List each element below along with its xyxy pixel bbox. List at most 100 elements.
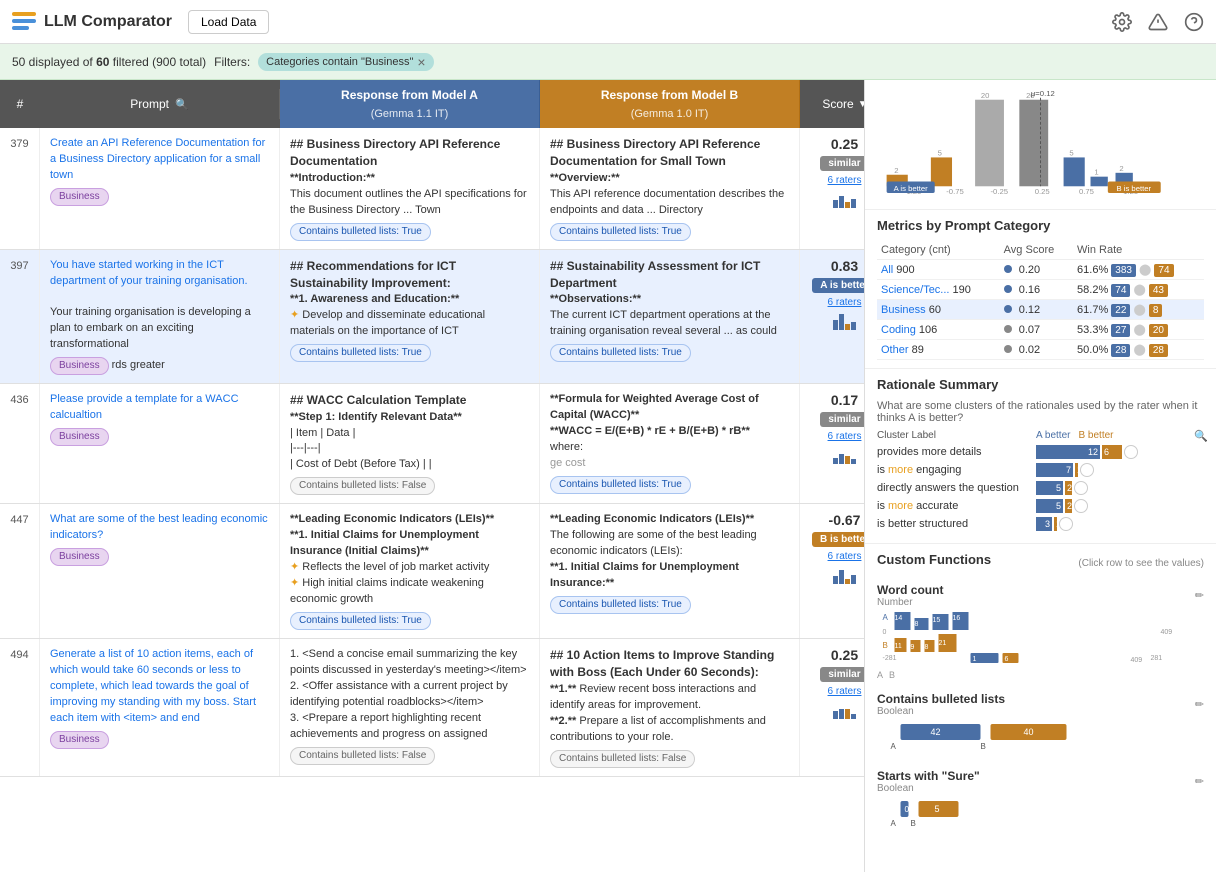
score-badge: similar — [820, 156, 864, 171]
svg-text:B is better: B is better — [1116, 184, 1151, 193]
rationale-circle-btn[interactable] — [1124, 445, 1138, 459]
rationale-col-cluster: Cluster Label — [877, 430, 1032, 441]
metrics-row[interactable]: Business 60 0.12 61.7% 22 ⬤ 8 — [877, 300, 1204, 320]
rationale-row: is more engaging 7 1 — [877, 463, 1204, 477]
svg-text:A: A — [891, 742, 897, 751]
cell-model-b: **Formula for Weighted Average Cost of C… — [540, 384, 800, 503]
table-row[interactable]: 447 What are some of the best leading ec… — [0, 504, 864, 639]
custom-function-word-count[interactable]: Word count Number ✏ A 14 8 15 16 0 — [877, 583, 1204, 680]
score-minichart — [833, 312, 856, 330]
metrics-win-rate: 53.3% 27 ⬤ 20 — [1073, 320, 1204, 340]
score-badge: B is better — [812, 532, 864, 547]
rationale-bars: 5 2 — [1036, 481, 1088, 495]
rationale-row: provides more details 12 6 — [877, 445, 1204, 459]
cell-score: -0.67 B is better 6 raters — [800, 504, 864, 638]
col-header-num: # — [0, 89, 40, 119]
raters-link[interactable]: 6 raters — [828, 431, 862, 442]
metrics-row[interactable]: Coding 106 0.07 53.3% 27 ⬤ 20 — [877, 320, 1204, 340]
table-row[interactable]: 436 Please provide a template for a WACC… — [0, 384, 864, 504]
rationale-circle-btn[interactable] — [1074, 481, 1088, 495]
raters-link[interactable]: 6 raters — [828, 175, 862, 186]
word-count-chart: A 14 8 15 16 0 409 B 11 9 — [877, 610, 1204, 665]
app-header: LLM Comparator Load Data — [0, 0, 1216, 44]
col-header-prompt: Prompt 🔍 — [40, 89, 280, 119]
raters-link[interactable]: 6 raters — [828, 551, 862, 562]
raters-link[interactable]: 6 raters — [828, 686, 862, 697]
rationale-col-a: A better — [1036, 430, 1070, 441]
cell-score: 0.25 similar 6 raters — [800, 128, 864, 249]
app-title: LLM Comparator — [44, 13, 172, 31]
svg-text:5: 5 — [935, 804, 940, 814]
help-icon[interactable] — [1184, 12, 1204, 32]
bulleted-tag: Contains bulleted lists: True — [550, 344, 691, 362]
table-header: # Prompt 🔍 Response from Model A (Gemma … — [0, 80, 864, 128]
table-row[interactable]: 397 You have started working in the ICT … — [0, 250, 864, 385]
bulleted-tag: Contains bulleted lists: True — [290, 223, 431, 241]
metrics-win-rate: 61.7% 22 ⬤ 8 — [1073, 300, 1204, 320]
cell-prompt: Generate a list of 10 action items, each… — [40, 639, 280, 776]
func-type: Boolean — [877, 706, 1005, 717]
category-tag: Business — [50, 357, 109, 375]
func-name: Word count — [877, 583, 943, 597]
svg-text:2: 2 — [1119, 164, 1123, 173]
metrics-category: Coding 106 — [877, 320, 1000, 340]
row-num: 379 — [0, 128, 40, 249]
score-badge: A is better — [812, 278, 864, 293]
svg-text:μ=0.12: μ=0.12 — [1031, 89, 1055, 98]
custom-function-starts-sure[interactable]: Starts with "Sure" Boolean ✏ 0 5 A B — [877, 769, 1204, 834]
score-minichart — [833, 701, 856, 719]
col-header-model-b: Response from Model B (Gemma 1.0 IT) 🔍 — [540, 80, 800, 128]
cell-model-b: ## Sustainability Assessment for ICT Dep… — [540, 250, 800, 384]
svg-text:-281: -281 — [883, 655, 897, 662]
right-panel: -1.25 -0.75 -0.25 0.25 0.75 1.25 2 5 20 … — [865, 80, 1216, 872]
col-avg-score: Avg Score — [1000, 241, 1073, 260]
edit-icon[interactable]: ✏ — [1195, 775, 1204, 788]
edit-icon[interactable]: ✏ — [1195, 698, 1204, 711]
rationale-circle-btn[interactable] — [1059, 517, 1073, 531]
score-badge: similar — [820, 667, 864, 682]
col-category: Category (cnt) — [877, 241, 1000, 260]
table-row[interactable]: 494 Generate a list of 10 action items, … — [0, 639, 864, 777]
load-data-button[interactable]: Load Data — [188, 10, 269, 34]
filter-tag-business[interactable]: Categories contain "Business" × — [258, 53, 433, 71]
cell-model-b: ## 10 Action Items to Improve Standing w… — [540, 639, 800, 776]
settings-icon[interactable] — [1112, 12, 1132, 32]
filter-remove-button[interactable]: × — [417, 55, 425, 69]
func-type: Number — [877, 597, 943, 608]
svg-text:-0.25: -0.25 — [990, 187, 1008, 196]
metrics-title: Metrics by Prompt Category — [877, 218, 1204, 233]
app-logo: LLM Comparator — [12, 12, 172, 32]
svg-text:B: B — [981, 742, 986, 751]
score-sort-icon[interactable]: ▼ — [858, 99, 865, 110]
metrics-row[interactable]: Other 89 0.02 50.0% 28 ⬤ 28 — [877, 340, 1204, 360]
score-badge: similar — [820, 412, 864, 427]
cell-model-a: ## WACC Calculation Template **Step 1: I… — [280, 384, 540, 503]
bulleted-tag: Contains bulleted lists: False — [550, 750, 695, 768]
svg-text:15: 15 — [933, 617, 941, 624]
svg-text:11: 11 — [895, 643, 902, 650]
func-name: Contains bulleted lists — [877, 692, 1005, 706]
metrics-row[interactable]: All 900 0.20 61.6% 383 ⬤ 74 — [877, 260, 1204, 280]
svg-text:20: 20 — [981, 91, 990, 100]
rationale-col-b: B better — [1078, 430, 1113, 441]
raters-link[interactable]: 6 raters — [828, 297, 862, 308]
rationale-bars: 12 6 — [1036, 445, 1138, 459]
custom-functions-title: Custom Functions — [877, 552, 991, 567]
prompt-search-icon[interactable]: 🔍 — [175, 98, 189, 111]
edit-icon[interactable]: ✏ — [1195, 589, 1204, 602]
bulleted-tag: Contains bulleted lists: True — [550, 223, 691, 241]
distribution-chart-area: -1.25 -0.75 -0.25 0.25 0.75 1.25 2 5 20 … — [865, 80, 1216, 210]
score-minichart — [833, 190, 856, 208]
row-num: 436 — [0, 384, 40, 503]
cell-score: 0.17 similar 6 raters — [800, 384, 864, 503]
svg-text:409: 409 — [1131, 657, 1143, 664]
custom-function-bulleted-lists[interactable]: Contains bulleted lists Boolean ✏ 42 40 … — [877, 692, 1204, 757]
metrics-category: All 900 — [877, 260, 1000, 280]
custom-functions-section: Custom Functions (Click row to see the v… — [865, 544, 1216, 854]
table-row[interactable]: 379 Create an API Reference Documentatio… — [0, 128, 864, 250]
rationale-bars: 3 1 — [1036, 517, 1073, 531]
rationale-circle-btn[interactable] — [1074, 499, 1088, 513]
rationale-circle-btn[interactable] — [1080, 463, 1094, 477]
alert-icon[interactable] — [1148, 12, 1168, 32]
metrics-row[interactable]: Science/Tec... 190 0.16 58.2% 74 ⬤ 43 — [877, 280, 1204, 300]
